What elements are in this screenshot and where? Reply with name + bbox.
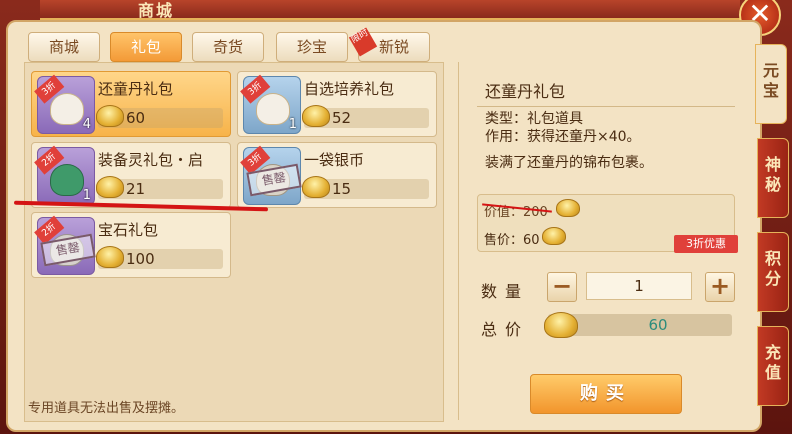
tab-gift-pack[interactable]: 礼包 (110, 32, 182, 62)
price-box: 价值：200 售价：60 3折优惠 (477, 194, 738, 253)
window-title: 商城 (138, 1, 175, 20)
list-item[interactable]: 3折 1 自选培养礼包 52 (237, 71, 437, 137)
gift-bag-icon: 3折 1 (240, 74, 301, 134)
silver-bag-icon: 3折 售罄 (240, 145, 302, 205)
total-price: 60 (648, 316, 668, 334)
item-price: 21 (126, 180, 146, 198)
item-name: 自选培养礼包 (304, 80, 395, 98)
item-price: 15 (332, 180, 352, 198)
ingot-icon (302, 105, 330, 127)
total-label: 总价 (481, 320, 530, 339)
detail-type: 类型：礼包道具 (485, 111, 583, 127)
price-bar: 60 (96, 105, 223, 128)
price-bar: 21 (96, 176, 223, 199)
buy-button[interactable]: 购买 (530, 374, 682, 414)
bag-shape (50, 164, 84, 196)
item-name: 装备灵礼包・启 (98, 151, 204, 169)
tab-newcomer[interactable]: 限时 新锐 (348, 27, 430, 62)
bag-shape (256, 93, 290, 125)
side-tab-mystery[interactable]: 神秘 (757, 138, 789, 218)
price-bar: 52 (302, 105, 429, 128)
detail-description: 装满了还童丹的锦布包裹。 (485, 155, 653, 171)
ingot-icon (96, 105, 124, 127)
item-name: 一袋银币 (304, 151, 365, 169)
tab-treasure[interactable]: 珍宝 (276, 32, 348, 62)
list-item[interactable]: 2折 1 装备灵礼包・启 21 (31, 142, 231, 208)
divider (477, 106, 735, 107)
item-name: 还童丹礼包 (98, 80, 174, 98)
discount-badge: 3折优惠 (674, 235, 738, 253)
gift-bag-icon: 2折 1 (34, 145, 95, 205)
decrement-button[interactable]: − (547, 272, 577, 302)
detail-panel: 还童丹礼包 类型：礼包道具 作用：获得还童丹×40。 装满了还童丹的锦布包裹。 … (458, 62, 749, 420)
side-tab-points[interactable]: 积分 (757, 232, 789, 312)
item-price: 52 (332, 109, 352, 127)
item-price: 100 (126, 250, 155, 268)
item-qty: 4 (82, 117, 91, 132)
ingot-icon (542, 227, 566, 245)
ingot-icon (96, 176, 124, 198)
list-item[interactable]: 3折 售罄 一袋银币 15 (237, 142, 437, 208)
sale-price: 售价：60 (484, 233, 540, 248)
quantity-input[interactable]: 1 (586, 272, 692, 300)
side-tab-recharge[interactable]: 充值 (757, 326, 789, 406)
item-qty: 1 (82, 188, 91, 203)
ingot-icon (96, 246, 124, 268)
side-tab-ingot[interactable]: 元宝 (755, 44, 787, 124)
item-qty: 1 (288, 117, 297, 132)
increment-button[interactable]: + (705, 272, 735, 302)
price-bar: 15 (302, 176, 429, 199)
ingot-icon (302, 176, 330, 198)
title-bar: 商城 (40, 0, 740, 20)
total-price-bar: 60 (544, 312, 732, 338)
item-list: 3折 4 还童丹礼包 60 3折 1 自选培养礼包 52 2折 1 装备灵礼包・… (24, 62, 444, 422)
tab-rare-goods[interactable]: 奇货 (192, 32, 264, 62)
list-item[interactable]: 2折 售罄 宝石礼包 100 (31, 212, 231, 278)
tab-newcomer-label: 新锐 (378, 38, 409, 56)
quantity-label: 数量 (481, 282, 530, 301)
bag-shape (50, 93, 84, 125)
tab-shop[interactable]: 商城 (28, 32, 100, 62)
footer-note: 专用道具无法出售及摆摊。 (28, 401, 185, 416)
gem-bag-icon: 2折 售罄 (34, 215, 96, 275)
detail-title: 还童丹礼包 (485, 82, 566, 101)
price-bar: 100 (96, 246, 223, 269)
ingot-icon (556, 199, 580, 217)
ingot-icon (544, 312, 578, 338)
item-price: 60 (126, 109, 146, 127)
gift-bag-icon: 3折 4 (34, 74, 95, 134)
item-name: 宝石礼包 (98, 221, 159, 239)
detail-effect: 作用：获得还童丹×40。 (485, 129, 641, 145)
list-item[interactable]: 3折 4 还童丹礼包 60 (31, 71, 231, 137)
